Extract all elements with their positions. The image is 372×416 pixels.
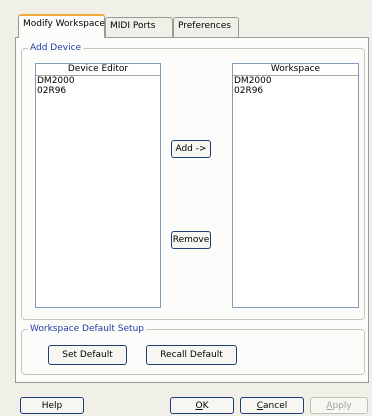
tab-label: Preferences bbox=[178, 21, 231, 31]
workspace-default-setup-title: Workspace Default Setup bbox=[28, 323, 146, 335]
list-item[interactable]: DM2000 bbox=[233, 76, 358, 86]
help-button[interactable]: Help bbox=[20, 397, 84, 414]
tab-label: Modify Workspace bbox=[23, 19, 105, 29]
add-device-group: Add Device Device Editor DM2000 02R96 Ad… bbox=[21, 42, 365, 320]
tab-modify-workspace[interactable]: Modify Workspace bbox=[18, 14, 105, 38]
tab-label: MIDI Ports bbox=[110, 21, 156, 31]
add-device-group-title: Add Device bbox=[28, 42, 84, 54]
list-item[interactable]: DM2000 bbox=[36, 76, 160, 86]
apply-button[interactable]: Apply bbox=[310, 397, 368, 414]
tab-midi-ports[interactable]: MIDI Ports bbox=[105, 17, 173, 37]
device-editor-header[interactable]: Device Editor bbox=[36, 64, 160, 76]
modify-workspace-panel: Add Device Device Editor DM2000 02R96 Ad… bbox=[15, 37, 369, 383]
workspace-default-setup-group: Workspace Default Setup Set Default Reca… bbox=[21, 323, 365, 375]
ok-mnemonic: O bbox=[195, 401, 203, 411]
recall-default-button[interactable]: Recall Default bbox=[146, 345, 237, 365]
apply-label-rest: pply bbox=[332, 401, 352, 411]
remove-button[interactable]: Remove bbox=[171, 231, 211, 249]
device-editor-list[interactable]: Device Editor DM2000 02R96 bbox=[35, 63, 161, 308]
set-default-button[interactable]: Set Default bbox=[48, 345, 127, 365]
cancel-label-rest: ancel bbox=[263, 401, 288, 411]
list-item[interactable]: 02R96 bbox=[233, 86, 358, 96]
workspace-header[interactable]: Workspace bbox=[233, 64, 358, 76]
workspace-list[interactable]: Workspace DM2000 02R96 bbox=[232, 63, 359, 308]
tab-preferences[interactable]: Preferences bbox=[173, 17, 239, 37]
add-button[interactable]: Add -> bbox=[171, 140, 211, 158]
list-item[interactable]: 02R96 bbox=[36, 86, 160, 96]
ok-label-rest: K bbox=[202, 401, 209, 411]
ok-button[interactable]: OK bbox=[170, 397, 234, 414]
cancel-button[interactable]: Cancel bbox=[240, 397, 304, 414]
